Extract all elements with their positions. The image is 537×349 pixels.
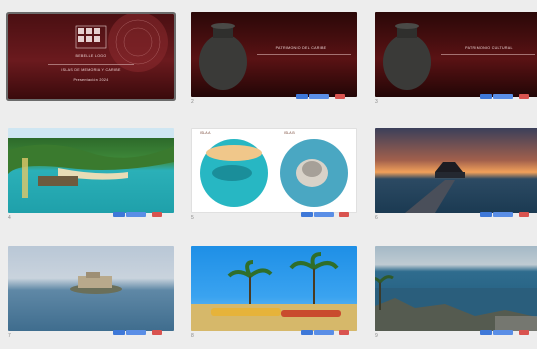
slide-thumbnail-1[interactable]: BEBELLE LOGO ISLAS DE MEMORIA Y CARIBE P… <box>8 14 174 99</box>
slide-number-7: 7 <box>8 333 11 339</box>
slide-6-delete-button[interactable] <box>519 212 529 217</box>
slide-9-action-button-1[interactable] <box>480 330 492 335</box>
slide-8-action-button-2[interactable] <box>314 330 334 335</box>
small-island-image <box>70 272 122 294</box>
slide-1-title-line-3: Presentación 2024 <box>73 78 109 82</box>
sunset-pier-image <box>405 162 465 213</box>
slide-7-action-button-1[interactable] <box>113 330 125 335</box>
slide-thumbnail-7[interactable] <box>8 246 174 331</box>
slide-4-action-button-2[interactable] <box>126 212 146 217</box>
slide-1-divider <box>48 64 134 65</box>
slide-1-title-line-2: ISLAS DE MEMORIA Y CARIBE <box>61 68 121 72</box>
slide-5-delete-button[interactable] <box>339 212 349 217</box>
slide-thumbnail-8[interactable] <box>191 246 357 331</box>
slide-3-delete-button[interactable] <box>519 94 529 99</box>
slide-2-divider <box>257 54 351 55</box>
slide-3-action-button-1[interactable] <box>480 94 492 99</box>
slide-thumbnail-4[interactable] <box>8 128 174 213</box>
slide-7-action-button-2[interactable] <box>126 330 146 335</box>
vase-image <box>383 23 431 90</box>
beach-resort-image <box>8 144 174 198</box>
slide-9-action-button-2[interactable] <box>493 330 513 335</box>
slide-number-8: 8 <box>191 333 194 339</box>
slide-3-divider <box>441 54 535 55</box>
island-circles-image <box>200 139 348 207</box>
slide-number-4: 4 <box>8 215 11 221</box>
palm-beach-image <box>191 252 357 331</box>
slide-number-5: 5 <box>191 215 194 221</box>
vase-image <box>199 23 247 90</box>
slide-2-delete-button[interactable] <box>335 94 345 99</box>
slide-thumbnail-6[interactable] <box>375 128 537 213</box>
slide-2-action-button-1[interactable] <box>296 94 308 99</box>
slide-thumbnail-9[interactable] <box>375 246 537 331</box>
slide-thumbnail-2[interactable]: PATRIMONIO DEL CARIBE <box>191 12 357 97</box>
slide-grid: BEBELLE LOGO ISLAS DE MEMORIA Y CARIBE P… <box>0 0 537 349</box>
slide-9-delete-button[interactable] <box>519 330 529 335</box>
rocky-coast-image <box>375 275 537 331</box>
slide-8-action-button-1[interactable] <box>301 330 313 335</box>
slide-5-action-button-2[interactable] <box>314 212 334 217</box>
slide-2-action-button-2[interactable] <box>309 94 329 99</box>
slide-3-action-button-2[interactable] <box>493 94 513 99</box>
slide-number-6: 6 <box>375 215 378 221</box>
slide-5-action-button-1[interactable] <box>301 212 313 217</box>
slide-1-title-line-1: BEBELLE LOGO <box>75 54 107 58</box>
slide-number-2: 2 <box>191 99 194 105</box>
slide-4-action-button-1[interactable] <box>113 212 125 217</box>
slide-number-3: 3 <box>375 99 378 105</box>
slide-4-delete-button[interactable] <box>152 212 162 217</box>
slide-number-9: 9 <box>375 333 378 339</box>
slide-7-delete-button[interactable] <box>152 330 162 335</box>
slide-6-action-button-1[interactable] <box>480 212 492 217</box>
slide-8-delete-button[interactable] <box>339 330 349 335</box>
slide-6-action-button-2[interactable] <box>493 212 513 217</box>
slide-thumbnail-3[interactable]: PATRIMONIO CULTURAL <box>375 12 537 97</box>
slide-thumbnail-5[interactable]: ISLA A ISLA B <box>191 128 357 213</box>
slide-3-title: PATRIMONIO CULTURAL <box>465 46 513 50</box>
slide-2-title: PATRIMONIO DEL CARIBE <box>275 46 327 50</box>
